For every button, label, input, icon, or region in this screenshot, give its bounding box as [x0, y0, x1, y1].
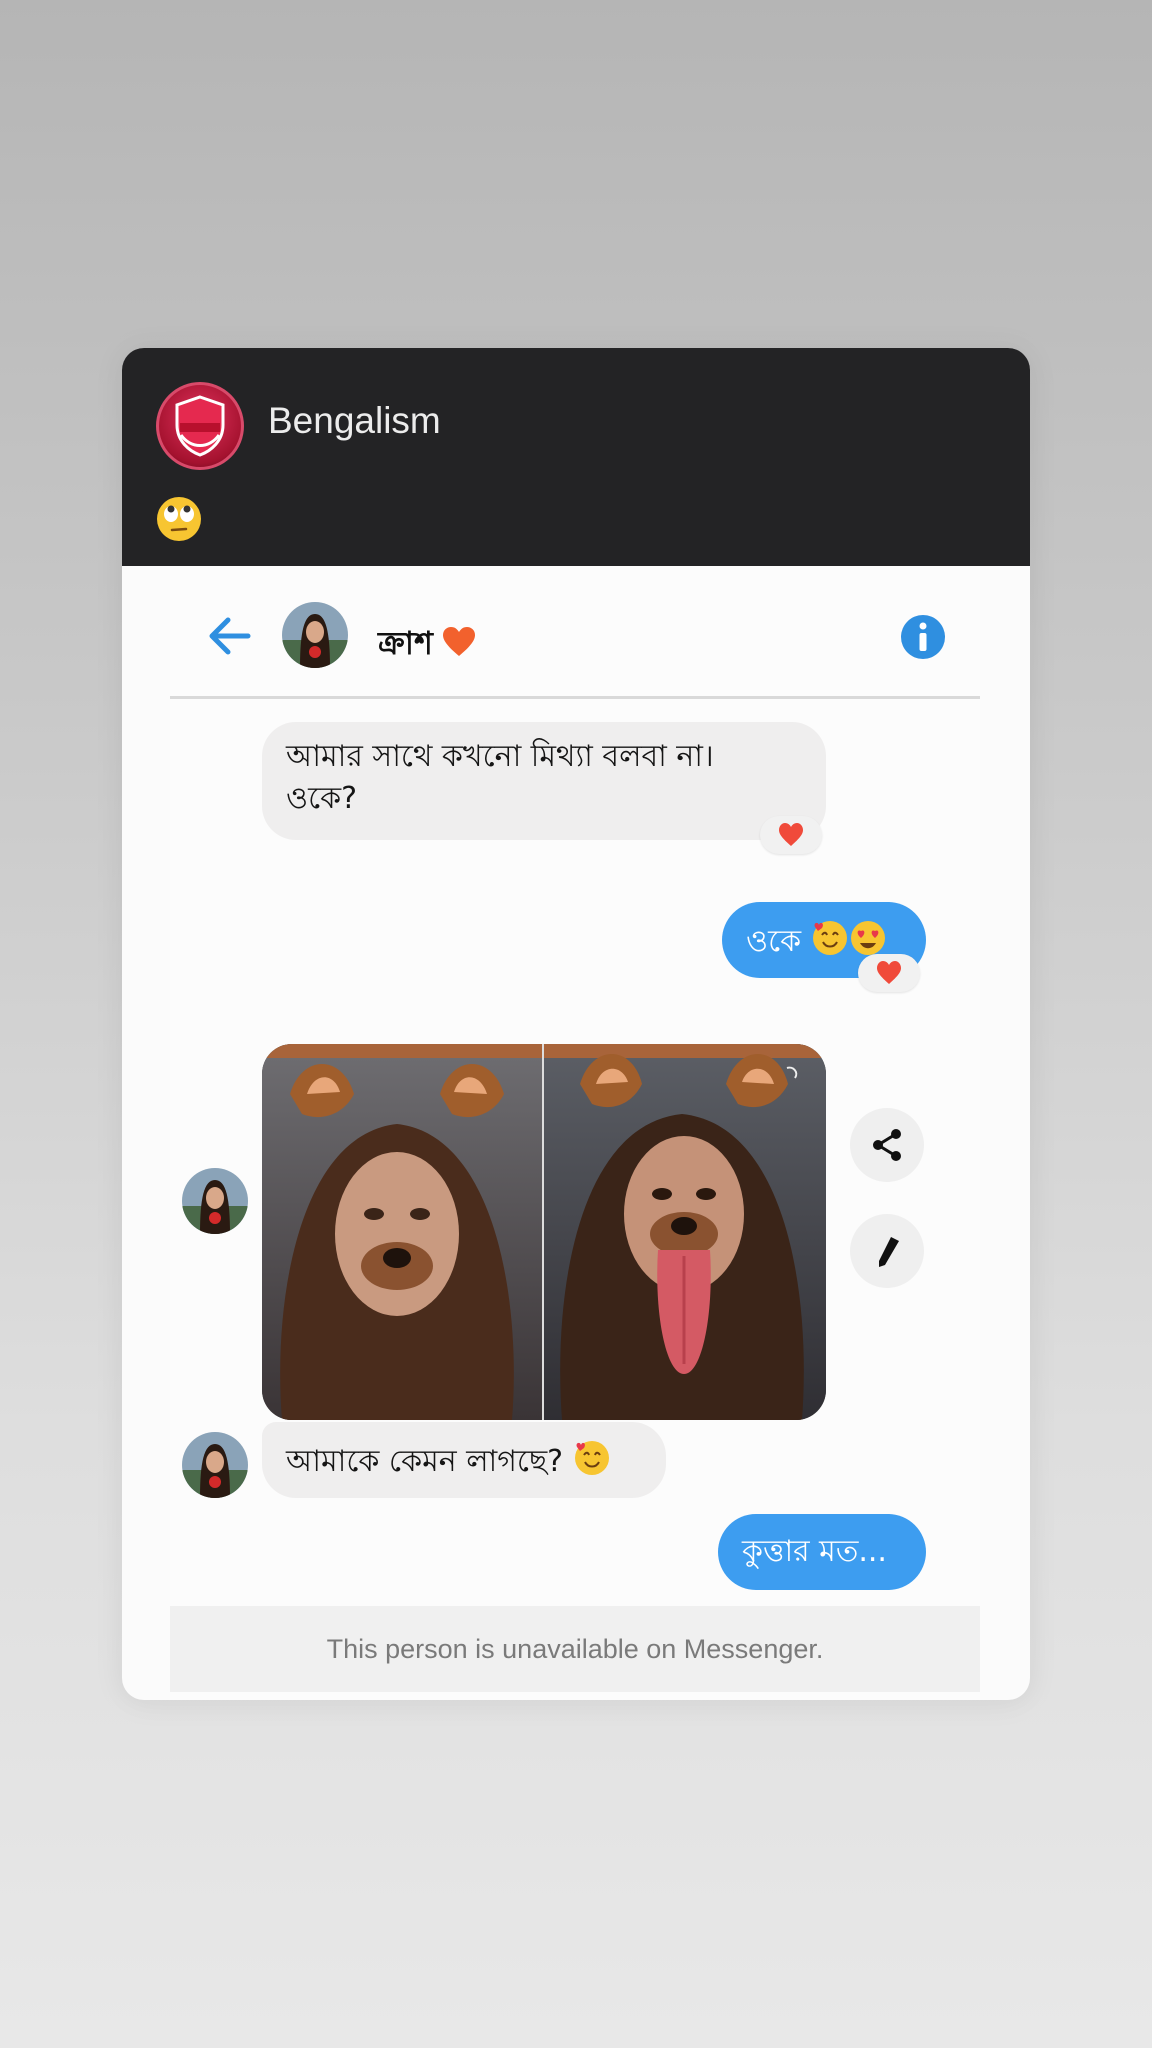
outgoing-message[interactable]: কুত্তার মত... [718, 1514, 926, 1590]
share-icon [873, 1129, 901, 1161]
reaction-heart[interactable] [760, 816, 822, 854]
incoming-message[interactable]: আমার সাথে কখনো মিথ্যা বলবা না। ওকে? [262, 722, 826, 840]
smiling-hearts-emoji-icon [812, 921, 847, 955]
contact-avatar[interactable] [182, 1168, 248, 1234]
dog-filter-selfie-image [262, 1044, 826, 1420]
heart-icon [779, 823, 803, 846]
contact-name[interactable]: ক্রাশ [378, 618, 477, 672]
page-name[interactable]: Bengalism [268, 400, 441, 442]
info-icon[interactable] [900, 614, 946, 660]
shield-icon [175, 395, 225, 457]
incoming-message[interactable]: আমাকে কেমন লাগছে? [262, 1422, 666, 1498]
heart-icon [877, 961, 901, 984]
unavailable-notice: This person is unavailable on Messenger. [170, 1606, 980, 1692]
post-header: Bengalism [122, 348, 1030, 566]
contact-avatar[interactable] [282, 602, 348, 668]
contact-avatar[interactable] [182, 1432, 248, 1498]
shared-photo[interactable] [262, 1044, 826, 1420]
page-logo[interactable] [156, 382, 244, 470]
story-card: Bengalism ক্রাশ আমার সাথে কখনো মিথ্যা বল… [122, 348, 1030, 1700]
eye-roll-emoji-icon [157, 497, 201, 541]
reaction-heart[interactable] [858, 954, 920, 992]
back-arrow-icon[interactable] [206, 616, 252, 656]
messenger-chat: ক্রাশ আমার সাথে কখনো মিথ্যা বলবা না। ওকে… [170, 566, 980, 1700]
header-divider [170, 696, 980, 699]
heart-eyes-emoji-icon [850, 921, 885, 955]
smiling-hearts-emoji-icon [574, 1441, 609, 1475]
edit-button[interactable] [850, 1214, 924, 1288]
pencil-icon [879, 1237, 899, 1267]
share-button[interactable] [850, 1108, 924, 1182]
heart-icon [442, 627, 475, 656]
